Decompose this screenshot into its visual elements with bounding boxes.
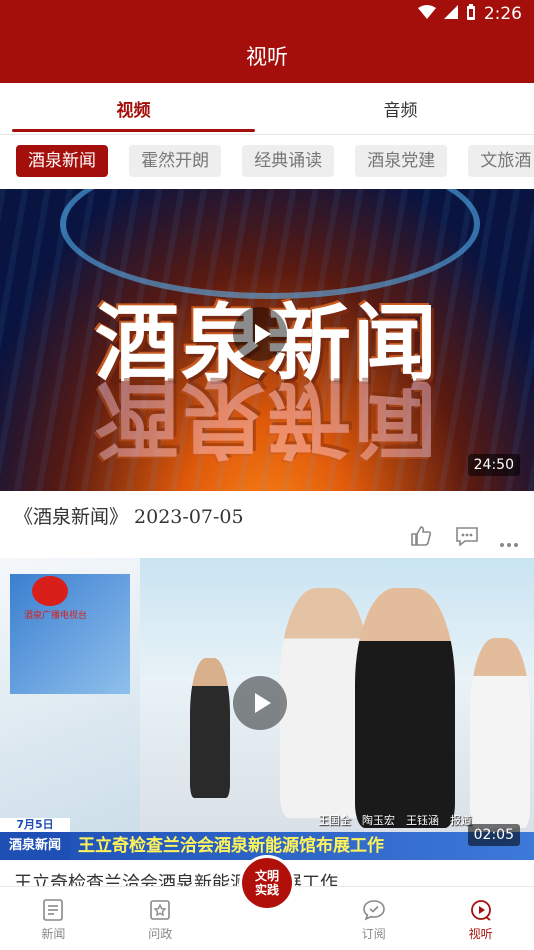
video-title[interactable]: 《酒泉新闻》 2023-07-05 — [14, 502, 244, 529]
nav-audiovisual[interactable]: 视听 — [427, 887, 534, 950]
subscribe-icon — [362, 900, 385, 921]
status-time: 2:26 — [483, 4, 522, 24]
inquiry-icon — [150, 900, 170, 920]
exhibit-screen — [10, 574, 130, 694]
tab-bar: 视频 音频 — [0, 83, 534, 135]
station-logo-icon — [32, 576, 68, 606]
category-jiuquan-news[interactable]: 酒泉新闻 — [16, 145, 108, 177]
signal-icon — [443, 4, 458, 24]
play-icon — [254, 324, 271, 344]
lower-third-headline: 王立奇检查兰洽会酒泉新能源馆布展工作 — [78, 836, 384, 856]
video-duration: 24:50 — [467, 454, 520, 476]
play-button[interactable] — [233, 676, 287, 730]
center-label-line1: 文明 — [254, 869, 279, 883]
header: 视听 — [0, 28, 534, 83]
category-party-building[interactable]: 酒泉党建 — [355, 145, 448, 177]
nav-label: 视听 — [468, 927, 493, 941]
nav-inquiry[interactable]: 问政 — [107, 887, 214, 950]
status-bar: 2:26 — [0, 0, 534, 28]
video-thumbnail[interactable]: 酒泉新闻 酒泉新闻 24:50 — [0, 189, 534, 491]
person-figure — [355, 588, 455, 828]
category-classic-reading[interactable]: 经典诵读 — [242, 145, 335, 177]
page-title: 视听 — [246, 44, 288, 69]
category-bar: 酒泉新闻 霍然开朗 经典诵读 酒泉党建 文旅酒 — [0, 135, 534, 189]
category-culture-tourism[interactable]: 文旅酒 — [468, 145, 534, 177]
wifi-icon — [417, 4, 436, 24]
lower-third-date: 7月5日 — [0, 818, 70, 832]
tab-video[interactable]: 视频 — [0, 83, 267, 134]
civilization-practice-badge: 文明 实践 — [242, 858, 292, 908]
more-icon[interactable] — [499, 530, 519, 554]
station-logo-text: 酒泉广播电视台 — [24, 611, 88, 621]
play-button[interactable] — [233, 307, 287, 361]
nav-subscribe[interactable]: 订阅 — [320, 887, 427, 950]
play-icon — [254, 693, 271, 713]
civilization-practice-button[interactable]: 文明 实践 — [242, 858, 292, 934]
nav-news[interactable]: 新闻 — [0, 887, 107, 950]
video-actions — [0, 526, 534, 556]
person-figure — [470, 638, 530, 828]
video-duration: 02:05 — [467, 824, 520, 846]
play-circle-icon — [470, 900, 491, 921]
center-label-line2: 实践 — [254, 883, 279, 897]
category-huoran-kailang[interactable]: 霍然开朗 — [129, 145, 222, 177]
nav-label: 问政 — [148, 927, 173, 941]
person-figure — [190, 658, 230, 798]
comment-icon[interactable] — [455, 526, 479, 551]
news-credits: 王国全 陶玉宏 王钰涵 报道 — [318, 814, 472, 827]
battery-icon — [466, 3, 476, 25]
exhibit-wall — [0, 558, 140, 860]
nav-label: 订阅 — [361, 927, 386, 941]
lower-third-program: 酒泉新闻 — [0, 832, 70, 860]
news-icon — [43, 899, 64, 921]
tab-audio[interactable]: 音频 — [267, 83, 534, 134]
like-icon[interactable] — [410, 526, 432, 551]
video-thumbnail[interactable]: 酒泉广播电视台 王国全 陶玉宏 王钰涵 报道 7月5日 酒泉新闻 王立奇检查兰洽… — [0, 558, 534, 860]
nav-label: 新闻 — [41, 927, 66, 941]
thumbnail-cover-reflection: 酒泉新闻 — [94, 369, 439, 468]
